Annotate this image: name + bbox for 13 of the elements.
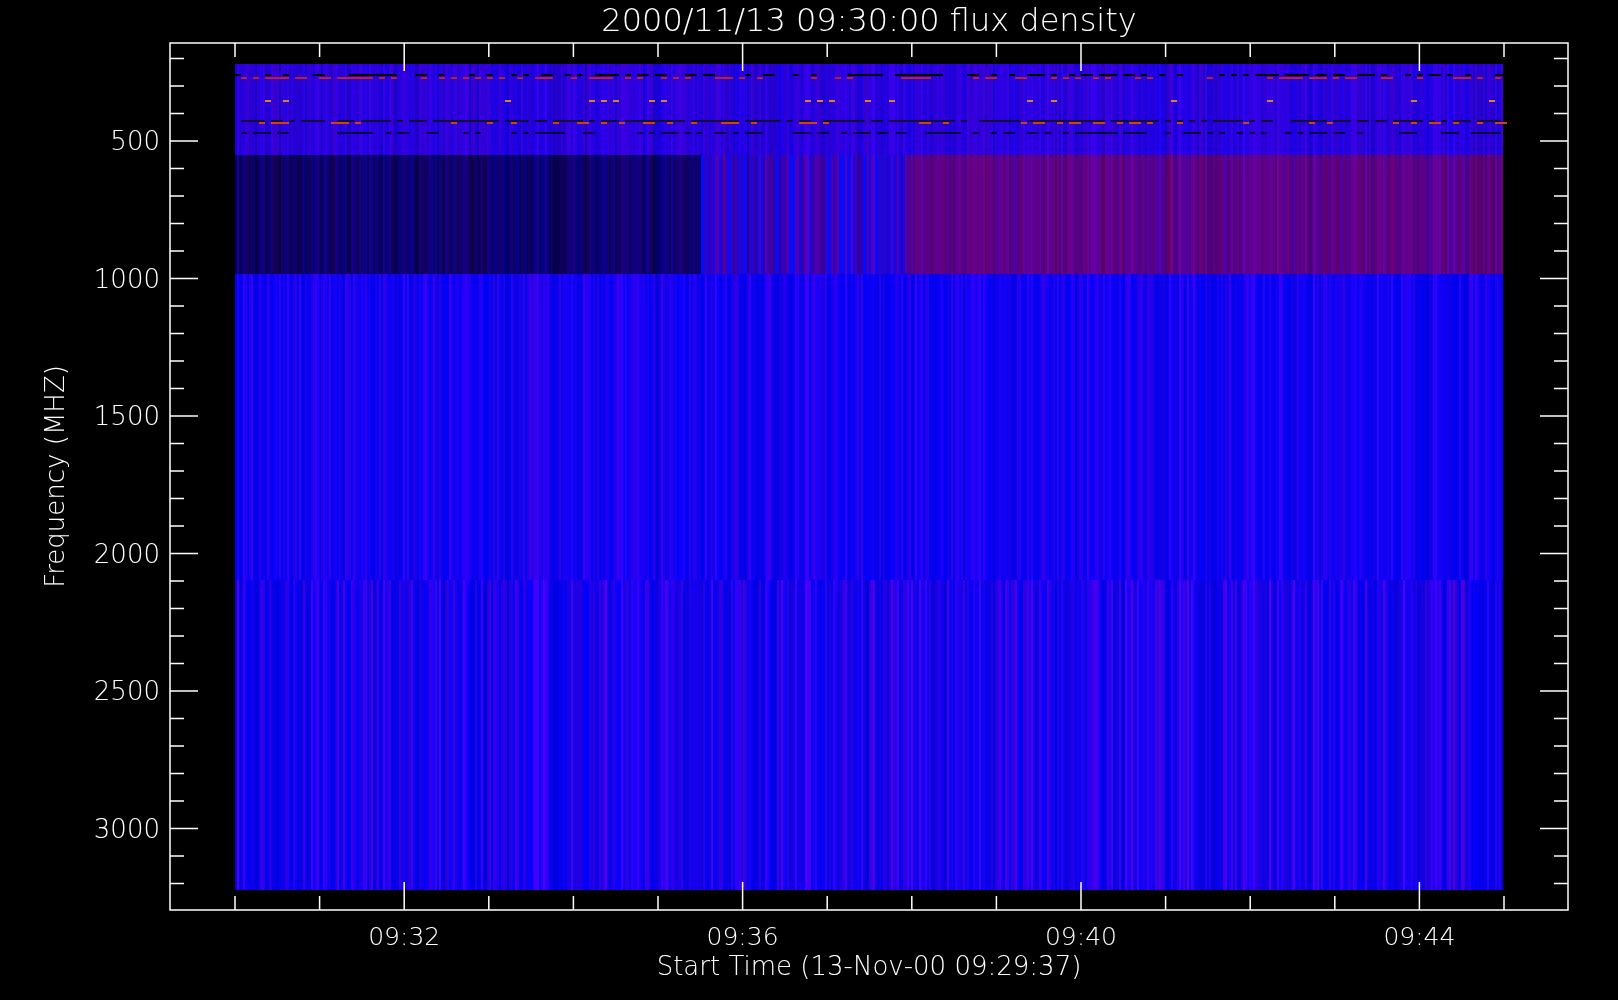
tick-label: 1000	[93, 263, 160, 294]
axis-label: Frequency (MHZ)	[40, 365, 70, 588]
tick-label: 500	[110, 126, 160, 156]
tick-label: 09:40	[1045, 922, 1117, 951]
tick-label: 2000	[93, 538, 160, 569]
tick-label: 09:44	[1383, 922, 1456, 951]
tick-label: 09:36	[706, 922, 779, 951]
axis-label: Start Time (13-Nov-00 09:29:37)	[656, 951, 1082, 981]
tick-label: 2500	[93, 676, 160, 706]
tick-label: 3000	[93, 813, 160, 844]
tick-label: 09:32	[368, 922, 441, 951]
tick-label: 1500	[93, 401, 160, 431]
plot-title: 2000/11/13 09:30:00 flux density	[601, 1, 1137, 39]
